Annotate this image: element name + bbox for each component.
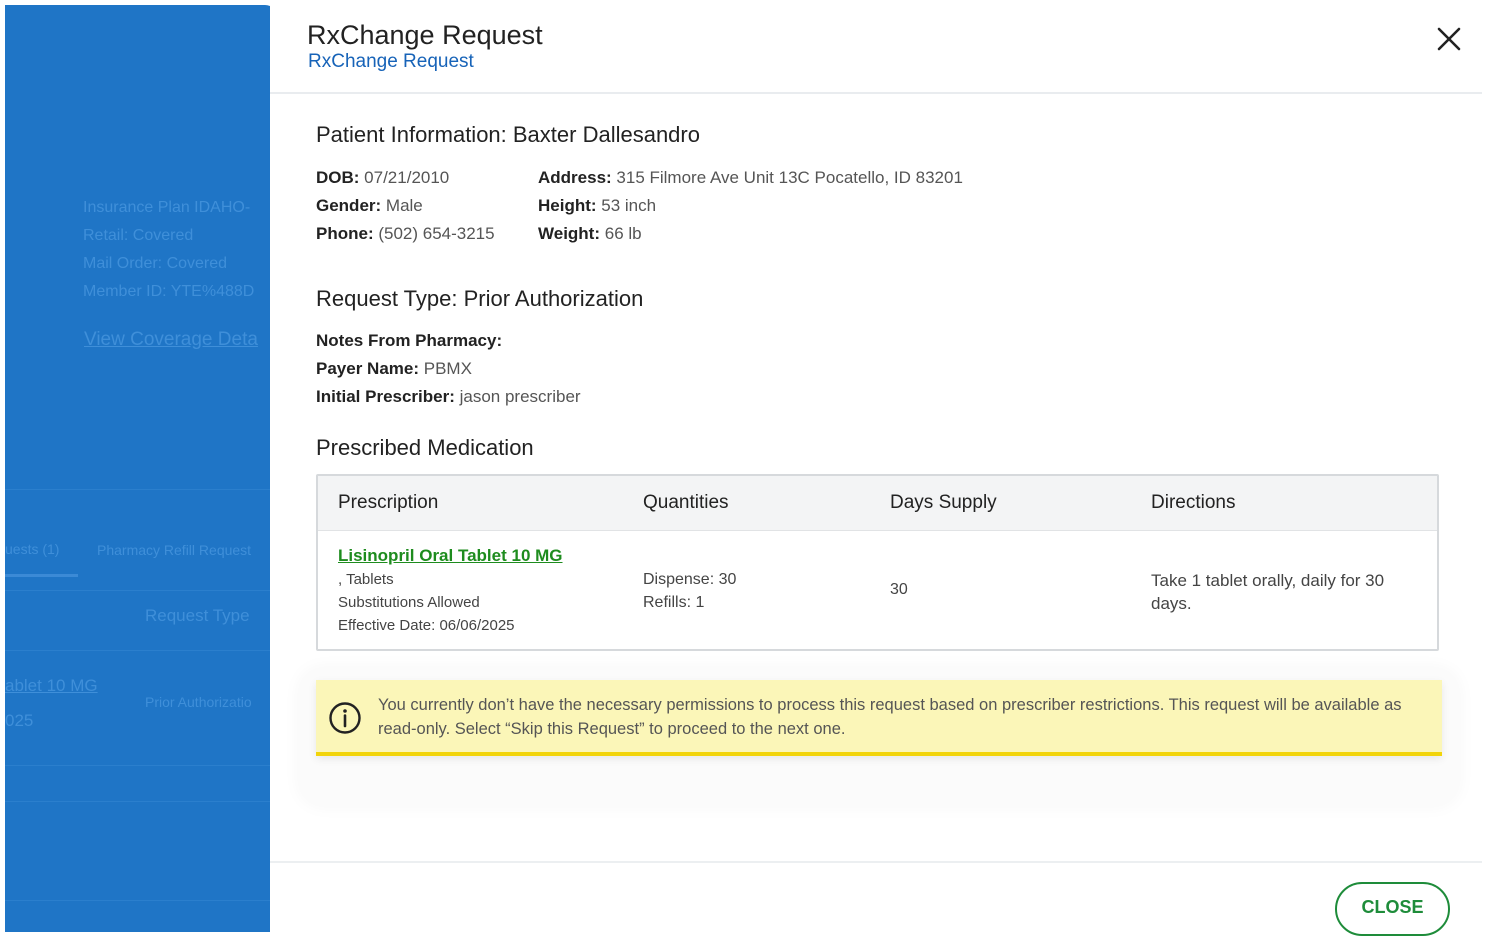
bg-member-id: Member ID: YTE%488D	[83, 283, 255, 300]
patient-height: Height: 53 inch	[538, 196, 656, 216]
days-supply-value: 30	[890, 581, 908, 598]
bg-tab-refill[interactable]: Pharmacy Refill Request	[97, 542, 251, 558]
table-header: Prescription Quantities Days Supply Dire…	[318, 476, 1437, 531]
prescriber-value: jason prescriber	[454, 387, 581, 406]
patient-dob: DOB: 07/21/2010	[316, 168, 449, 188]
patient-info-heading: Patient Information: Baxter Dallesandro	[316, 122, 700, 147]
height-value: 53 inch	[596, 196, 657, 215]
modal-header: RxChange Request RxChange Request	[270, 0, 1482, 94]
phone-label: Phone:	[316, 224, 374, 243]
refills-qty: Refills: 1	[643, 594, 705, 611]
bg-divider	[5, 765, 277, 766]
address-value: 315 Filmore Ave Unit 13C Pocatello, ID 8…	[611, 168, 963, 187]
patient-gender: Gender: Male	[316, 196, 423, 216]
bg-retail: Retail: Covered	[83, 227, 194, 244]
col-quantities: Quantities	[643, 492, 729, 513]
bg-col-request-type: Request Type	[145, 606, 250, 625]
drug-effective-date: Effective Date: 06/06/2025	[338, 617, 515, 634]
payer-label: Payer Name:	[316, 359, 420, 378]
bg-divider	[5, 801, 277, 802]
bg-divider	[5, 900, 277, 901]
bg-row-type: Prior Authorizatio	[145, 694, 252, 710]
info-icon	[328, 701, 362, 735]
bg-coverage-link[interactable]: View Coverage Deta	[84, 329, 258, 351]
notes-label: Notes From Pharmacy:	[316, 331, 503, 350]
medication-table: Prescription Quantities Days Supply Dire…	[316, 474, 1439, 651]
rxchange-modal: RxChange Request RxChange Request Patien…	[270, 0, 1485, 936]
dispense-qty: Dispense: 30	[643, 571, 737, 588]
col-prescription: Prescription	[338, 492, 439, 513]
bg-divider	[5, 489, 277, 490]
notes-from-pharmacy: Notes From Pharmacy:	[316, 331, 502, 351]
gender-label: Gender:	[316, 196, 382, 215]
dob-label: DOB:	[316, 168, 360, 187]
bg-mail-order: Mail Order: Covered	[83, 255, 228, 272]
payer-value: PBMX	[419, 359, 472, 378]
bg-tab-requests[interactable]: uests (1)	[5, 541, 59, 557]
col-days-supply: Days Supply	[890, 492, 997, 513]
bg-divider	[5, 590, 277, 591]
request-type-heading: Request Type: Prior Authorization	[316, 286, 644, 311]
col-directions: Directions	[1151, 492, 1236, 513]
bg-row-date: 025	[5, 711, 34, 730]
background-page: Insurance Plan IDAHO- Retail: Covered Ma…	[5, 5, 277, 932]
alert-text: You currently don’t have the necessary p…	[378, 696, 1402, 738]
initial-prescriber: Initial Prescriber: jason prescriber	[316, 387, 581, 407]
close-icon[interactable]	[1434, 24, 1464, 54]
weight-value: 66 lb	[600, 224, 642, 243]
weight-label: Weight:	[538, 224, 601, 243]
bg-row-drug[interactable]: ablet 10 MG	[5, 676, 98, 696]
patient-address: Address: 315 Filmore Ave Unit 13C Pocate…	[538, 168, 963, 188]
drug-substitutions: Substitutions Allowed	[338, 594, 480, 611]
phone-value: (502) 654-3215	[373, 224, 495, 243]
gender-value: Male	[381, 196, 423, 215]
patient-weight: Weight: 66 lb	[538, 224, 642, 244]
permission-alert: You currently don’t have the necessary p…	[316, 680, 1442, 756]
bg-tab-indicator	[5, 574, 78, 577]
directions-value: Take 1 tablet orally, daily for 30 days.	[1151, 571, 1385, 613]
patient-phone: Phone: (502) 654-3215	[316, 224, 495, 244]
drug-form: , Tablets	[338, 571, 394, 588]
prescribed-medication-heading: Prescribed Medication	[316, 435, 534, 460]
footer-divider	[270, 861, 1482, 863]
close-button[interactable]: CLOSE	[1335, 882, 1450, 936]
address-label: Address:	[538, 168, 612, 187]
prescriber-label: Initial Prescriber:	[316, 387, 455, 406]
payer-name: Payer Name: PBMX	[316, 359, 472, 379]
drug-name-link[interactable]: Lisinopril Oral Tablet 10 MG	[338, 546, 563, 566]
height-label: Height:	[538, 196, 597, 215]
bg-divider	[5, 650, 277, 651]
dob-value: 07/21/2010	[359, 168, 450, 187]
modal-subtitle: RxChange Request	[308, 51, 474, 72]
bg-insurance-plan: Insurance Plan IDAHO-	[83, 199, 251, 216]
modal-title: RxChange Request	[307, 20, 543, 50]
